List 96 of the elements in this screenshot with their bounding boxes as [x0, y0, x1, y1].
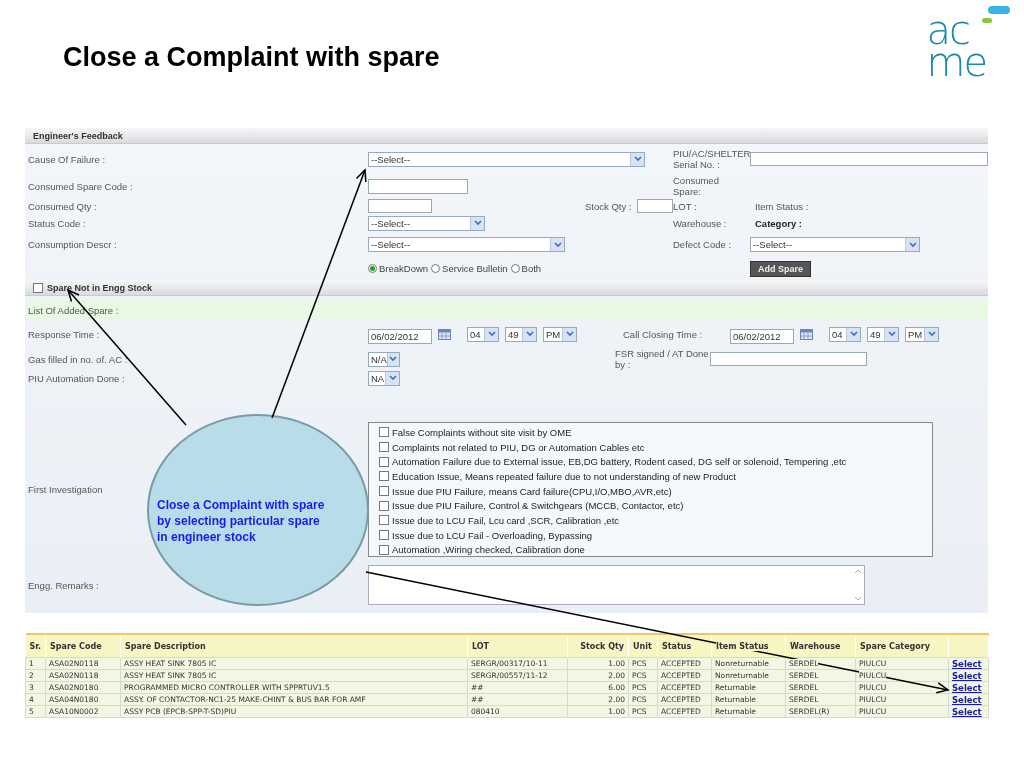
logo: ac me — [922, 4, 1012, 86]
field-label: Gas filled in no. of. AC : — [27, 353, 129, 365]
checkbox-option[interactable]: Education Issue, Means repeated failure due to not understanding of new Product — [379, 470, 932, 483]
column-header: Spare Category — [855, 634, 949, 658]
field-label: Cause Of Failure : — [27, 153, 107, 165]
field-label: List Of Added Spare : — [27, 304, 119, 316]
minute-dropdown[interactable]: 49 — [505, 326, 537, 342]
remarks-field[interactable] — [368, 565, 865, 605]
chevron-down-icon — [884, 327, 898, 341]
chevron-down-icon — [630, 152, 644, 166]
checkbox-option[interactable]: Automation ,Wiring checked, Calibration done — [379, 543, 932, 557]
checkbox[interactable] — [379, 486, 389, 496]
column-header: Status — [657, 634, 712, 658]
field-label: Consumed Qty : — [27, 200, 98, 212]
checkbox-option[interactable]: Issue due to LCU Fail, Lcu card ,SCR, Calibration ,etc — [379, 514, 932, 527]
checkbox[interactable] — [379, 471, 389, 482]
chevron-down-icon — [846, 327, 860, 341]
checkbox-option[interactable]: Issue due PIU Failure, Control & Switchgears (MCCB, Contactor, etc) — [379, 499, 932, 513]
checkbox[interactable] — [379, 456, 389, 467]
field-label: LOT : — [673, 200, 698, 212]
radio-icon[interactable] — [368, 264, 377, 273]
ampm-dropdown[interactable]: PM — [905, 326, 939, 342]
section-title: Engineer's Feedback — [33, 130, 123, 141]
field-label: Stock Qty : — [585, 200, 633, 212]
field-label: Warehouse : — [673, 217, 728, 229]
status-dropdown[interactable]: --Select-- — [368, 215, 485, 231]
chevron-down-icon — [522, 327, 536, 341]
checkbox-option[interactable]: Automation Failure due to External issue, EB,DG battery, Rodent cased, DG self or solenoid, Tempering ,etc — [379, 455, 932, 468]
field-label: Consumed Spare Code : — [27, 180, 134, 192]
field-label: Consumed Spare: — [673, 175, 720, 197]
consumption-dropdown[interactable]: --Select-- — [368, 237, 565, 252]
add-spare-button[interactable]: Add Spare — [750, 260, 811, 277]
minute-dropdown[interactable]: 49 — [867, 326, 899, 342]
radio-option[interactable]: Service Bulletin — [431, 263, 508, 274]
spare-code-field[interactable] — [368, 178, 468, 194]
chevron-down-icon — [550, 238, 564, 251]
column-header: Stock Qty — [567, 634, 629, 658]
checkbox-option[interactable]: Issue due to LCU Fail - Overloading, Bypassing — [379, 528, 932, 542]
chevron-down-icon — [484, 327, 498, 341]
checkbox-option[interactable]: Issue due PIU Failure, means Card failure(CPU,I/O,MBO,AVR,etc) — [379, 484, 932, 498]
column-header: Sr. — [25, 634, 46, 658]
gas-dropdown[interactable]: N/A — [368, 351, 400, 367]
fsr-field[interactable] — [710, 352, 867, 366]
field-label: First Investigation — [27, 484, 104, 495]
hour-dropdown[interactable]: 04 — [467, 326, 499, 342]
radio-option[interactable]: Both — [510, 263, 542, 274]
column-header: Unit — [628, 634, 658, 658]
cause-dropdown[interactable]: --Select-- — [368, 151, 645, 167]
calendar-icon[interactable] — [800, 328, 813, 340]
checkbox[interactable] — [379, 500, 389, 511]
date-field[interactable]: 06/02/2012 — [730, 328, 794, 344]
checkbox[interactable] — [379, 544, 389, 555]
checkbox-label[interactable]: Spare Not in Engg Stock — [47, 282, 152, 293]
stock-qty-field[interactable] — [637, 199, 673, 213]
field-label: FSR signed / AT Done by : — [615, 348, 710, 370]
chevron-down-icon — [905, 238, 919, 251]
hour-dropdown[interactable]: 04 — [829, 326, 861, 342]
field-label: Status Code : — [27, 217, 87, 229]
column-header: Warehouse — [785, 634, 856, 658]
checkbox[interactable] — [379, 530, 389, 541]
slide-title: Close a Complaint with spare — [63, 42, 440, 73]
column-header: Spare Code — [45, 634, 121, 658]
checkbox[interactable] — [379, 515, 389, 526]
automation-dropdown[interactable]: NA — [368, 370, 400, 386]
serial-field[interactable] — [750, 152, 988, 166]
field-label: Consumption Descr : — [27, 239, 118, 250]
checkbox[interactable] — [33, 282, 43, 293]
date-field[interactable]: 06/02/2012 — [368, 328, 432, 344]
chevron-down-icon — [470, 216, 484, 230]
checkbox[interactable] — [379, 442, 389, 452]
chevron-down-icon — [562, 327, 576, 341]
defect-dropdown[interactable]: --Select-- — [750, 237, 920, 252]
radio-icon[interactable] — [510, 264, 520, 273]
column-header: LOT — [467, 634, 568, 658]
field-label: Call Closing Time : — [623, 328, 704, 340]
field-label: PIU Automation Done : — [27, 372, 126, 384]
callout-text: Close a Complaint with spare by selecting particular spare in engineer stock — [157, 497, 326, 545]
checkbox-option[interactable]: Complaints not related to PIU, DG or Automation Cables etc — [379, 440, 932, 454]
field-label: Response Time : — [27, 328, 101, 340]
radio-option[interactable]: BreakDown — [368, 263, 429, 274]
radio-icon[interactable] — [431, 264, 441, 273]
field-label: Engg. Remarks : — [27, 579, 100, 591]
column-header: Spare Description — [120, 634, 468, 658]
field-label: Item Status : — [755, 200, 810, 212]
field-label: Category : — [755, 217, 803, 229]
chevron-down-icon — [924, 327, 938, 341]
checkbox-option[interactable]: False Complaints without site visit by OME — [379, 426, 932, 439]
field-label: PIU/AC/SHELTER Serial No. : — [673, 148, 748, 170]
ampm-dropdown[interactable]: PM — [543, 326, 577, 342]
calendar-icon[interactable] — [438, 328, 451, 340]
qty-field[interactable] — [368, 199, 432, 213]
chevron-down-icon — [385, 371, 399, 385]
field-label: Defect Code : — [673, 239, 733, 250]
chevron-down-icon — [386, 352, 399, 366]
checkbox[interactable] — [379, 427, 389, 438]
column-header: Item Status — [711, 634, 786, 658]
